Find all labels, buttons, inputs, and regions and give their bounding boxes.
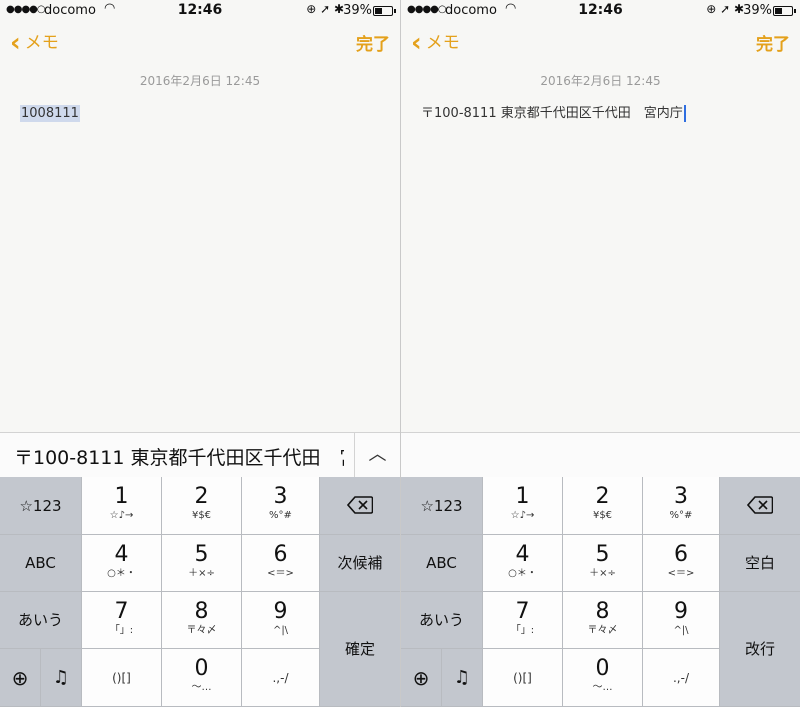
key-brackets[interactable]: ()[] <box>483 649 563 707</box>
chevron-up-icon[interactable]: ︿ <box>354 433 400 477</box>
key-5[interactable]: 5 ＋×÷ <box>563 535 643 592</box>
chevron-left-icon: ‹ <box>10 28 21 58</box>
key-0[interactable]: 0 〜… <box>162 649 242 707</box>
key-3[interactable]: 3 %°# <box>643 477 720 535</box>
candidate-bar: 〒100-8111 東京都千代田区千代田 宮 ︿ <box>0 432 400 477</box>
back-label: メモ <box>425 33 460 53</box>
key-3[interactable]: 3 %°# <box>242 477 320 535</box>
battery-percent: 39% <box>343 3 372 18</box>
battery-percent: 39% <box>743 3 772 18</box>
key-4[interactable]: 4 ○＊・ <box>82 535 162 592</box>
selected-text[interactable]: 1008111 <box>20 105 80 122</box>
chevron-left-icon: ‹ <box>411 28 422 58</box>
nav-bar: ‹ メモ 完了 <box>401 28 800 62</box>
candidate-bar-empty <box>401 432 800 477</box>
note-body[interactable]: 〒100-8111 東京都千代田区千代田 宮内庁 <box>421 104 790 124</box>
key-abc[interactable]: ABC <box>401 535 483 592</box>
key-1[interactable]: 1 ☆♪→ <box>483 477 563 535</box>
key-9[interactable]: 9 ^|\ <box>643 592 720 649</box>
note-text[interactable]: 〒100-8111 東京都千代田区千代田 宮内庁 <box>421 106 683 121</box>
note-date: 2016年2月6日 12:45 <box>540 74 661 88</box>
key-symbols[interactable]: ☆123 <box>401 477 483 535</box>
key-brackets[interactable]: ()[] <box>82 649 162 707</box>
note-body[interactable]: 1008111 <box>20 104 390 124</box>
delete-key[interactable] <box>320 477 400 535</box>
text-caret <box>683 105 686 122</box>
key-8[interactable]: 8 〒々〆 <box>162 592 242 649</box>
phone-screen-left: ●●●●○ docomo ◠ 12:46 ⊕ ➚ ✱ 39% ‹ メモ 完了 2… <box>0 0 400 707</box>
key-kana[interactable]: あいう <box>0 592 82 649</box>
battery-icon <box>773 6 796 16</box>
delete-icon <box>347 496 373 514</box>
done-button[interactable]: 完了 <box>356 32 390 58</box>
key-6[interactable]: 6 <＝> <box>242 535 320 592</box>
globe-icon[interactable]: ⊕ <box>0 649 41 707</box>
key-7[interactable]: 7 「」: <box>483 592 563 649</box>
key-symbols[interactable]: ☆123 <box>0 477 82 535</box>
key-2[interactable]: 2 ¥$€ <box>162 477 242 535</box>
microphone-icon[interactable]: ♫ <box>41 649 82 707</box>
delete-icon <box>747 496 773 514</box>
key-0[interactable]: 0 〜… <box>563 649 643 707</box>
key-1[interactable]: 1 ☆♪→ <box>82 477 162 535</box>
back-button[interactable]: ‹ メモ <box>10 30 59 56</box>
note-date: 2016年2月6日 12:45 <box>139 74 261 88</box>
key-abc[interactable]: ABC <box>0 535 82 592</box>
done-button[interactable]: 完了 <box>756 32 790 58</box>
key-punctuation[interactable]: .,-/ <box>242 649 320 707</box>
phone-screen-right: ●●●●○ docomo ◠ 12:46 ⊕ ➚ ✱ 39% ‹ メモ 完了 2… <box>401 0 800 707</box>
key-kana[interactable]: あいう <box>401 592 483 649</box>
microphone-icon[interactable]: ♫ <box>442 649 483 707</box>
key-space[interactable]: 空白 <box>720 535 800 592</box>
back-button[interactable]: ‹ メモ <box>411 30 460 56</box>
nav-bar: ‹ メモ 完了 <box>0 28 400 62</box>
key-2[interactable]: 2 ¥$€ <box>563 477 643 535</box>
back-label: メモ <box>24 33 59 53</box>
key-5[interactable]: 5 ＋×÷ <box>162 535 242 592</box>
keyboard: ☆123 ABC あいう ⊕ ♫ 1 ☆♪→ 2 ¥$€ 3 %°# 4 ○＊・ 5 ＋×… <box>0 477 400 707</box>
conversion-candidate[interactable]: 〒100-8111 東京都千代田区千代田 宮 <box>14 443 359 470</box>
delete-key[interactable] <box>720 477 800 535</box>
key-punctuation[interactable]: .,-/ <box>643 649 720 707</box>
globe-icon[interactable]: ⊕ <box>401 649 442 707</box>
battery-icon <box>373 6 396 16</box>
key-9[interactable]: 9 ^|\ <box>242 592 320 649</box>
keyboard: ☆123 ABC あいう ⊕ ♫ 1 ☆♪→ 2 ¥$€ 3 %°# 4 ○＊・ 5 ＋×… <box>401 477 800 707</box>
status-icons: ⊕ ➚ ✱ <box>306 2 344 16</box>
key-4[interactable]: 4 ○＊・ <box>483 535 563 592</box>
key-7[interactable]: 7 「」: <box>82 592 162 649</box>
status-icons: ⊕ ➚ ✱ <box>706 2 744 16</box>
key-6[interactable]: 6 <＝> <box>643 535 720 592</box>
status-bar: ●●●●○ docomo ◠ 12:46 ⊕ ➚ ✱ 39% <box>0 0 400 22</box>
key-next-candidate[interactable]: 次候補 <box>320 535 400 592</box>
status-bar: ●●●●○ docomo ◠ 12:46 ⊕ ➚ ✱ 39% <box>401 0 800 22</box>
key-confirm[interactable]: 確定 <box>320 592 400 707</box>
key-return[interactable]: 改行 <box>720 592 800 707</box>
key-8[interactable]: 8 〒々〆 <box>563 592 643 649</box>
